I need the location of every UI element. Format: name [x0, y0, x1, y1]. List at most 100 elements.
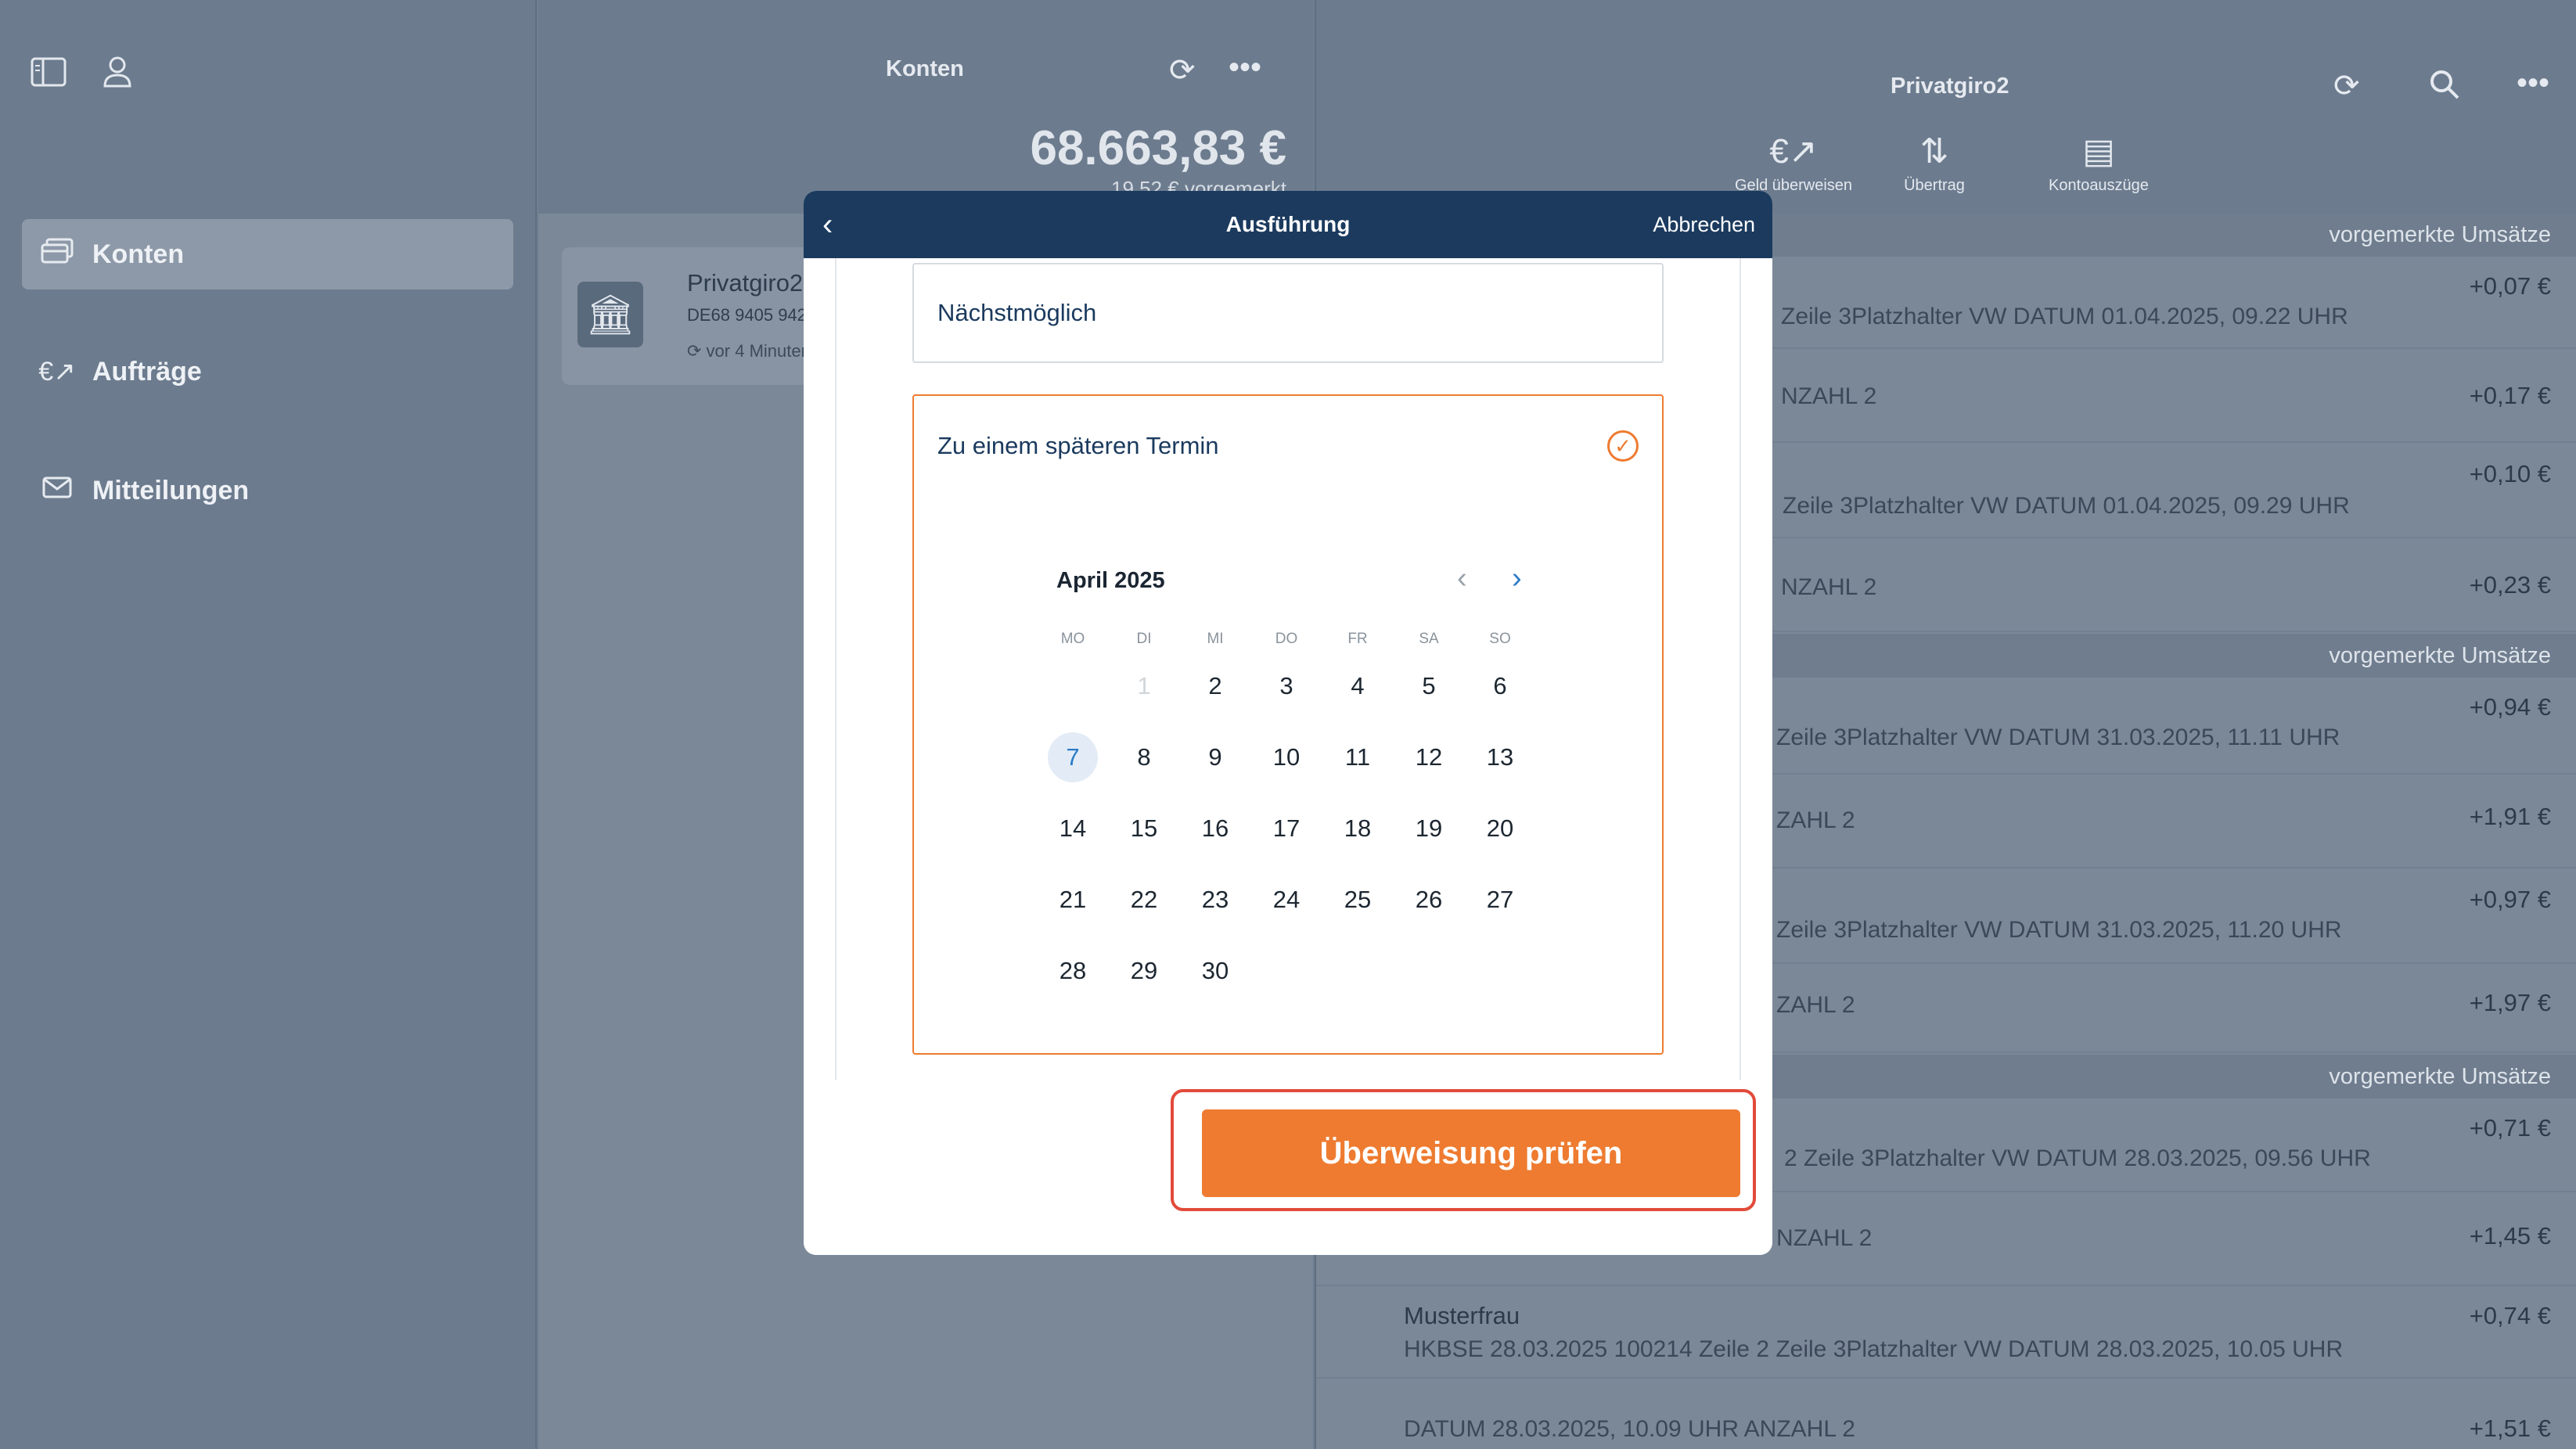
sidebar: Konten €↗ Aufträge Mitteilungen [0, 0, 537, 1449]
calendar-prev-icon[interactable]: ‹ [1457, 559, 1467, 598]
transaction-desc: NZAHL 2 [1781, 574, 1877, 600]
more-icon[interactable]: ••• [1229, 52, 1261, 83]
transaction-amount: +0,07 € [2469, 272, 2551, 300]
sidebar-item-label: Mitteilungen [92, 475, 250, 505]
transaction-amount: +1,97 € [2469, 989, 2551, 1016]
search-icon[interactable] [2429, 69, 2460, 106]
transaction-row[interactable]: DATUM 28.03.2025, 10.09 UHR ANZAHL 2 +1,… [1316, 1379, 2576, 1449]
calendar-day[interactable]: 4 [1333, 661, 1383, 711]
calendar-day[interactable]: 11 [1333, 732, 1383, 782]
weekday-label: DO [1275, 631, 1298, 647]
account-detail-title: Privatgiro2 [1891, 74, 2009, 99]
calendar-day[interactable]: 15 [1119, 804, 1169, 854]
check-transfer-button[interactable]: Überweisung prüfen [1202, 1109, 1740, 1197]
transaction-desc: NZAHL 2 [1776, 1225, 1873, 1251]
calendar-day[interactable]: 2 [1190, 661, 1240, 711]
calendar-day[interactable]: 12 [1404, 732, 1454, 782]
calendar-day[interactable]: 18 [1333, 804, 1383, 854]
refresh-icon[interactable]: ⟳ [1169, 55, 1196, 86]
calendar-day[interactable]: 30 [1190, 946, 1240, 996]
transaction-desc: Zeile 3Platzhalter VW DATUM 01.04.2025, … [1781, 304, 2348, 329]
transaction-desc: DATUM 28.03.2025, 10.09 UHR ANZAHL 2 [1404, 1416, 1855, 1442]
calendar-day[interactable]: 14 [1048, 804, 1098, 854]
orders-icon: €↗ [38, 357, 76, 387]
transaction-desc: HKBSE 28.03.2025 100214 Zeile 2 Zeile 3P… [1404, 1336, 2344, 1362]
weekday-label: SA [1419, 631, 1439, 647]
calendar-day[interactable]: 10 [1261, 732, 1311, 782]
transaction-row[interactable]: Musterfrau HKBSE 28.03.2025 100214 Zeile… [1316, 1286, 2576, 1379]
accounts-title: Konten [886, 56, 964, 81]
calendar-day[interactable]: 24 [1261, 875, 1311, 925]
transfer-icon: ⇅ [1919, 132, 1949, 171]
calendar-day[interactable]: 22 [1119, 875, 1169, 925]
sidebar-item-label: Aufträge [92, 356, 202, 387]
calendar-day[interactable]: 26 [1404, 875, 1454, 925]
calendar-day[interactable]: 5 [1404, 661, 1454, 711]
sync-time: vor 4 Minuten [706, 341, 811, 361]
transfer-money-button[interactable]: €↗ Geld überweisen [1723, 131, 1864, 195]
dialog-header: Ausführung ‹ Abbrechen [804, 191, 1772, 258]
account-name: Privatgiro2 [687, 269, 804, 297]
profile-icon[interactable] [102, 55, 133, 93]
calendar-day[interactable]: 27 [1475, 875, 1525, 925]
toolbar-label: Kontoauszüge [2049, 177, 2149, 194]
back-icon[interactable]: ‹ [822, 205, 833, 244]
calendar-day[interactable]: 8 [1119, 732, 1169, 782]
statements-button[interactable]: ▤ Kontoauszüge [2036, 131, 2161, 195]
calendar-day[interactable]: 7 [1048, 732, 1098, 782]
calendar-day[interactable]: 25 [1333, 875, 1383, 925]
option-label: Nächstmöglich [937, 299, 1097, 326]
sidebar-toggle-icon[interactable] [30, 56, 67, 92]
transaction-amount: +0,10 € [2469, 460, 2551, 487]
calendar-day[interactable]: 17 [1261, 804, 1311, 854]
weekday-label: SO [1489, 631, 1511, 647]
total-balance: 68.663,83 € [1030, 121, 1286, 175]
transaction-amount: +0,23 € [2469, 571, 2551, 599]
account-iban: DE68 9405 9421 [687, 305, 817, 325]
calendar-day[interactable]: 28 [1048, 946, 1098, 996]
transaction-desc: NZAHL 2 [1781, 383, 1877, 409]
calendar-day[interactable]: 6 [1475, 661, 1525, 711]
bank-icon: 🏛 [577, 282, 643, 347]
calendar-day[interactable]: 23 [1190, 875, 1240, 925]
dialog-title: Ausführung [1225, 212, 1351, 236]
transaction-desc: ZAHL 2 [1776, 992, 1855, 1018]
sidebar-item-auftraege[interactable]: €↗ Aufträge [22, 336, 513, 407]
sidebar-item-mitteilungen[interactable]: Mitteilungen [22, 455, 513, 526]
transfer-button[interactable]: ⇅ Übertrag [1887, 131, 1981, 195]
calendar-day[interactable]: 9 [1190, 732, 1240, 782]
sidebar-item-konten[interactable]: Konten [22, 219, 513, 289]
transaction-desc: Zeile 3Platzhalter VW DATUM 31.03.2025, … [1776, 724, 2340, 750]
statements-icon: ▤ [2082, 132, 2115, 171]
messages-icon [22, 476, 92, 506]
sidebar-item-label: Konten [92, 239, 185, 269]
calendar-day[interactable]: 19 [1404, 804, 1454, 854]
checkmark-icon: ✓ [1607, 430, 1639, 462]
calendar-day[interactable]: 21 [1048, 875, 1098, 925]
calendar-day: 1 [1137, 672, 1151, 699]
transaction-amount: +1,45 € [2469, 1222, 2551, 1249]
refresh-icon[interactable]: ⟳ [2333, 70, 2360, 102]
account-sync-status: ⟳ vor 4 Minuten [687, 341, 811, 361]
account-detail-header: Privatgiro2 ⟳ ••• €↗ Geld überweisen ⇅ Ü… [1316, 0, 2576, 214]
cancel-button[interactable]: Abbrechen [1653, 191, 1755, 258]
calendar-next-icon[interactable]: › [1512, 559, 1522, 598]
calendar-day[interactable]: 13 [1475, 732, 1525, 782]
transaction-amount: +0,17 € [2469, 382, 2551, 409]
transaction-amount: +1,51 € [2469, 1415, 2551, 1442]
option-label: Zu einem späteren Termin [937, 432, 1219, 459]
calendar-day[interactable]: 20 [1475, 804, 1525, 854]
transaction-amount: +1,91 € [2469, 803, 2551, 830]
accounts-header: Konten ⟳ ••• 68.663,83 € 19,52 € vorgeme… [538, 0, 1313, 214]
sync-icon: ⟳ [687, 341, 707, 361]
toolbar-label: Übertrag [1904, 177, 1965, 194]
more-icon[interactable]: ••• [2517, 67, 2549, 99]
option-later-date[interactable]: Zu einem späteren Termin ✓ [912, 394, 1664, 1055]
weekday-label: DI [1136, 631, 1152, 647]
transaction-desc: 2 Zeile 3Platzhalter VW DATUM 28.03.2025… [1784, 1145, 2371, 1171]
calendar-day[interactable]: 3 [1261, 661, 1311, 711]
weekday-label: MI [1207, 631, 1224, 647]
option-asap[interactable]: Nächstmöglich [912, 263, 1664, 363]
calendar-day[interactable]: 16 [1190, 804, 1240, 854]
calendar-day[interactable]: 29 [1119, 946, 1169, 996]
